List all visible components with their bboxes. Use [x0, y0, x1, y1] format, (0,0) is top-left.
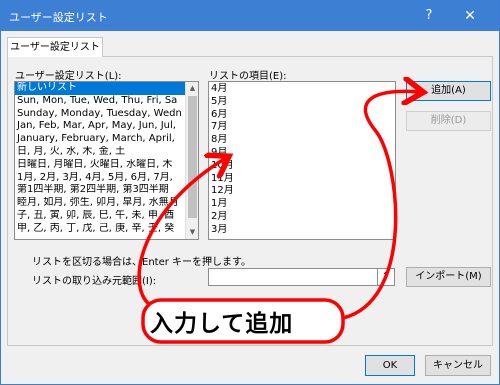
- custom-list-item[interactable]: 新しいリスト: [15, 82, 186, 95]
- list-entry-line: 6月: [211, 108, 228, 120]
- list-entry-line: 3月: [211, 223, 228, 235]
- tab-custom-lists[interactable]: ユーザー設定リスト: [7, 37, 103, 57]
- custom-list-item[interactable]: Sunday, Monday, Tuesday, Wedn: [15, 108, 186, 121]
- import-range-input[interactable]: [208, 268, 378, 286]
- scroll-down-icon[interactable]: ▼: [186, 226, 198, 239]
- list-entry-line: 5月: [211, 95, 228, 107]
- custom-lists-scrollbar[interactable]: ▲ ▼: [185, 82, 198, 239]
- delete-button[interactable]: 削除(D): [406, 111, 491, 131]
- add-button[interactable]: 追加(A): [406, 81, 491, 101]
- separator-note: リストを区切る場合は、Enter キーを押します。: [32, 257, 252, 268]
- list-entry-line: 1月: [211, 198, 228, 210]
- custom-lists-label: ユーザー設定リスト(L):: [15, 71, 122, 82]
- list-entries-textarea[interactable]: 4月 5月 6月 7月 8月 9月 10月 11月 12月 1月 2月 3月: [208, 81, 396, 240]
- custom-lists-items: 新しいリスト Sun, Mon, Tue, Wed, Thu, Fri, Sa Su…: [15, 82, 198, 236]
- custom-list-item[interactable]: 第1四半期, 第2四半期, 第3四半期: [15, 184, 186, 197]
- close-icon[interactable]: ✕: [459, 6, 481, 26]
- custom-list-item[interactable]: 子, 丑, 寅, 卯, 辰, 巳, 午, 未, 申, 酉: [15, 210, 186, 223]
- title-bar: ユーザー設定リスト ? ✕: [1, 1, 499, 31]
- scroll-thumb[interactable]: [188, 96, 197, 218]
- cancel-button[interactable]: キャンセル: [425, 355, 491, 376]
- scroll-up-icon[interactable]: ▲: [186, 82, 198, 95]
- list-entry-line: 9月: [211, 146, 228, 158]
- custom-list-item[interactable]: January, February, March, April,: [15, 133, 186, 146]
- import-range-label: リストの取り込み元範囲(I):: [32, 276, 157, 287]
- list-entry-line: 11月: [211, 172, 234, 184]
- custom-list-item[interactable]: 日曜日, 月曜日, 火曜日, 水曜日, 木: [15, 159, 186, 172]
- list-entry-line: 8月: [211, 134, 228, 146]
- list-entries-items: 4月 5月 6月 7月 8月 9月 10月 11月 12月 1月 2月 3月: [209, 82, 395, 237]
- help-icon[interactable]: ?: [419, 6, 439, 26]
- custom-list-item[interactable]: Sun, Mon, Tue, Wed, Thu, Fri, Sa: [15, 95, 186, 108]
- ok-button[interactable]: OK: [365, 355, 415, 376]
- import-button[interactable]: インポート(M): [406, 267, 491, 287]
- custom-list-item[interactable]: 睦月, 如月, 弥生, 卯月, 皐月, 水無月: [15, 197, 186, 210]
- list-entries-label: リストの項目(E):: [209, 71, 287, 82]
- list-entry-line: 4月: [211, 83, 228, 94]
- collapse-dialog-icon[interactable]: ↑: [377, 268, 395, 286]
- list-entry-line: 7月: [211, 121, 228, 133]
- list-entry-line: 2月: [211, 210, 228, 222]
- custom-list-item[interactable]: 甲, 乙, 丙, 丁, 戊, 己, 庚, 辛, 壬, 癸: [15, 223, 186, 236]
- custom-lists-listbox[interactable]: 新しいリスト Sun, Mon, Tue, Wed, Thu, Fri, Sa Su…: [14, 81, 199, 240]
- custom-list-item[interactable]: 1月, 2月, 3月, 4月, 5月, 6月, 7月,: [15, 172, 186, 185]
- list-entry-line: 10月: [211, 159, 234, 171]
- custom-list-item[interactable]: Jan, Feb, Mar, Apr, May, Jun, Jul,: [15, 120, 186, 133]
- annotation-label: 入力して追加: [150, 311, 294, 337]
- list-entry-line: 12月: [211, 185, 234, 197]
- dialog-title: ユーザー設定リスト: [9, 11, 108, 24]
- custom-list-item[interactable]: 日, 月, 火, 水, 木, 金, 土: [15, 146, 186, 159]
